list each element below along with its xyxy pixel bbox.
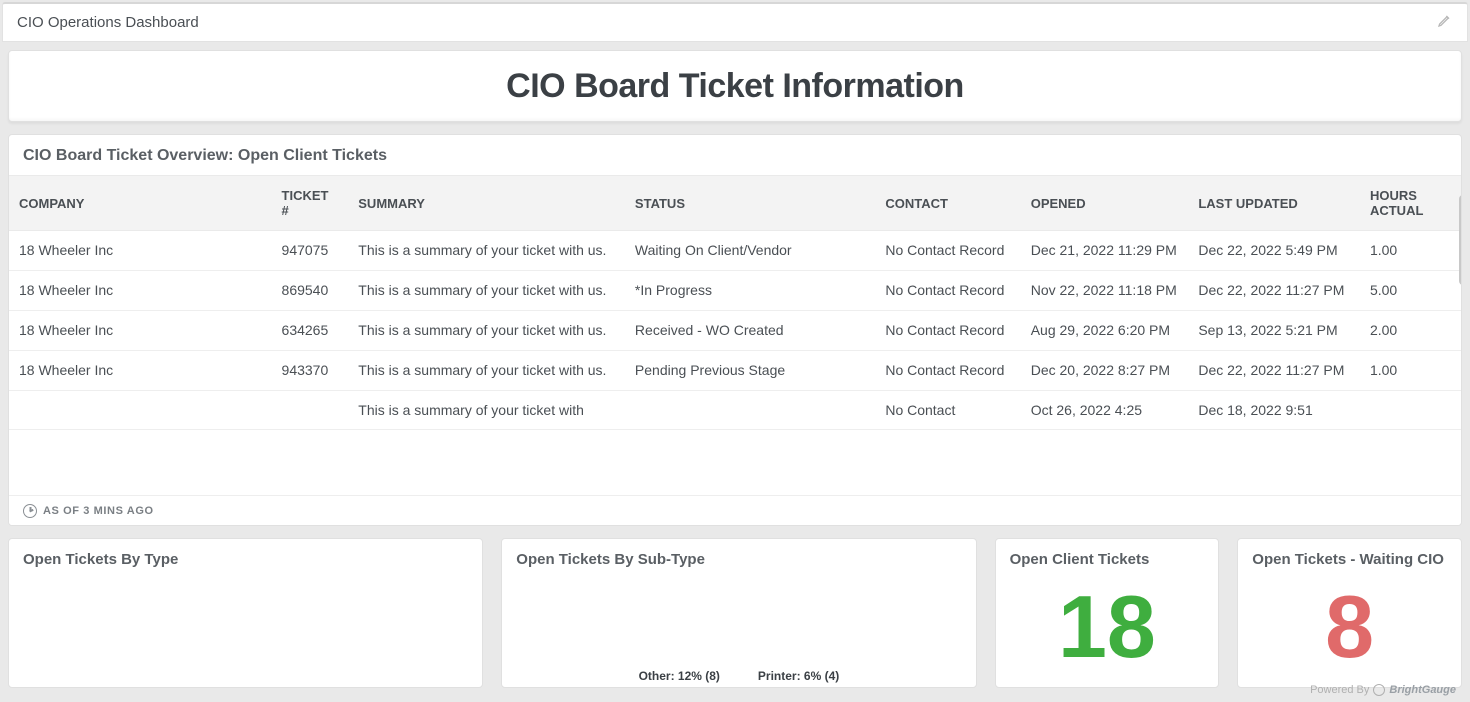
cell-ticket: 947075 — [272, 231, 349, 270]
card-title: Open Tickets By Type — [9, 539, 482, 572]
cell-ticket: 869540 — [272, 270, 349, 310]
card-waiting-cio: Open Tickets - Waiting CIO 8 — [1237, 538, 1462, 688]
cell-updated: Dec 22, 2022 11:27 PM — [1188, 270, 1360, 310]
table-row[interactable]: 18 Wheeler Inc634265This is a summary of… — [9, 310, 1461, 350]
card-open-client-tickets: Open Client Tickets 18 — [995, 538, 1220, 688]
cell-contact: No Contact Record — [875, 231, 1020, 270]
topbar: CIO Operations Dashboard — [2, 2, 1468, 42]
cell-company: 18 Wheeler Inc — [9, 350, 272, 390]
cell-contact: No Contact — [875, 390, 1020, 430]
cell-opened: Oct 26, 2022 4:25 — [1021, 390, 1189, 430]
cell-ticket: 943370 — [272, 350, 349, 390]
cell-company: 18 Wheeler Inc — [9, 270, 272, 310]
cell-ticket: 634265 — [272, 310, 349, 350]
cell-contact: No Contact Record — [875, 270, 1020, 310]
tickets-table: COMPANY TICKET # SUMMARY STATUS CONTACT … — [9, 175, 1461, 231]
col-ticket[interactable]: TICKET # — [272, 176, 349, 231]
pie-label-printer: Printer: 6% (4) — [758, 669, 839, 683]
cell-opened: Nov 22, 2022 11:18 PM — [1021, 270, 1189, 310]
cell-hours: 1.00 — [1360, 350, 1461, 390]
cell-status: *In Progress — [625, 270, 875, 310]
table-row[interactable]: 18 Wheeler Inc943370This is a summary of… — [9, 350, 1461, 390]
cell-company — [9, 390, 272, 430]
cell-status: Pending Previous Stage — [625, 350, 875, 390]
col-contact[interactable]: CONTACT — [875, 176, 1020, 231]
col-company[interactable]: COMPANY — [9, 176, 272, 231]
col-hours[interactable]: HOURS ACTUAL — [1360, 176, 1461, 231]
pie-label-other: Other: 12% (8) — [639, 669, 720, 683]
cell-status — [625, 390, 875, 430]
cell-ticket — [272, 390, 349, 430]
cell-updated: Dec 18, 2022 9:51 — [1188, 390, 1360, 430]
cell-hours — [1360, 390, 1461, 430]
cell-updated: Sep 13, 2022 5:21 PM — [1188, 310, 1360, 350]
cell-summary: This is a summary of your ticket with — [348, 390, 625, 430]
card-open-by-subtype: Open Tickets By Sub-Type Other: 12% (8) … — [501, 538, 976, 688]
cell-hours: 2.00 — [1360, 310, 1461, 350]
cell-summary: This is a summary of your ticket with us… — [348, 350, 625, 390]
col-updated[interactable]: LAST UPDATED — [1188, 176, 1360, 231]
clock-icon — [23, 504, 37, 518]
asof-bar: AS OF 3 MINS AGO — [9, 495, 1461, 525]
cell-opened: Dec 21, 2022 11:29 PM — [1021, 231, 1189, 270]
waiting-cio-count: 8 — [1238, 572, 1461, 682]
cell-updated: Dec 22, 2022 5:49 PM — [1188, 231, 1360, 270]
banner: CIO Board Ticket Information — [8, 50, 1462, 122]
cell-opened: Dec 20, 2022 8:27 PM — [1021, 350, 1189, 390]
col-status[interactable]: STATUS — [625, 176, 875, 231]
cell-summary: This is a summary of your ticket with us… — [348, 270, 625, 310]
table-row[interactable]: This is a summary of your ticket with No … — [9, 390, 1461, 430]
cell-status: Received - WO Created — [625, 310, 875, 350]
cell-opened: Aug 29, 2022 6:20 PM — [1021, 310, 1189, 350]
pie-labels: Other: 12% (8) Printer: 6% (4) — [502, 669, 975, 683]
ticket-overview-card: CIO Board Ticket Overview: Open Client T… — [8, 134, 1462, 526]
table-row[interactable]: 18 Wheeler Inc947075This is a summary of… — [9, 231, 1461, 270]
dashboard-title: CIO Operations Dashboard — [17, 14, 199, 31]
cell-hours: 5.00 — [1360, 270, 1461, 310]
cell-contact: No Contact Record — [875, 310, 1020, 350]
cell-hours: 1.00 — [1360, 231, 1461, 270]
asof-text: AS OF 3 MINS AGO — [43, 505, 154, 517]
cell-status: Waiting On Client/Vendor — [625, 231, 875, 270]
overview-title: CIO Board Ticket Overview: Open Client T… — [9, 135, 1461, 175]
col-summary[interactable]: SUMMARY — [348, 176, 625, 231]
cell-company: 18 Wheeler Inc — [9, 310, 272, 350]
scrollbar[interactable] — [1459, 195, 1462, 285]
open-client-count: 18 — [996, 572, 1219, 682]
cell-summary: This is a summary of your ticket with us… — [348, 310, 625, 350]
card-open-by-type: Open Tickets By Type — [8, 538, 483, 688]
cell-contact: No Contact Record — [875, 350, 1020, 390]
edit-icon[interactable] — [1437, 12, 1453, 33]
card-title: Open Client Tickets — [996, 539, 1219, 572]
card-title: Open Tickets By Sub-Type — [502, 539, 975, 572]
cell-summary: This is a summary of your ticket with us… — [348, 231, 625, 270]
cell-company: 18 Wheeler Inc — [9, 231, 272, 270]
col-opened[interactable]: OPENED — [1021, 176, 1189, 231]
banner-title: CIO Board Ticket Information — [506, 67, 964, 106]
card-title: Open Tickets - Waiting CIO — [1238, 539, 1461, 572]
table-row[interactable]: 18 Wheeler Inc869540This is a summary of… — [9, 270, 1461, 310]
cell-updated: Dec 22, 2022 11:27 PM — [1188, 350, 1360, 390]
